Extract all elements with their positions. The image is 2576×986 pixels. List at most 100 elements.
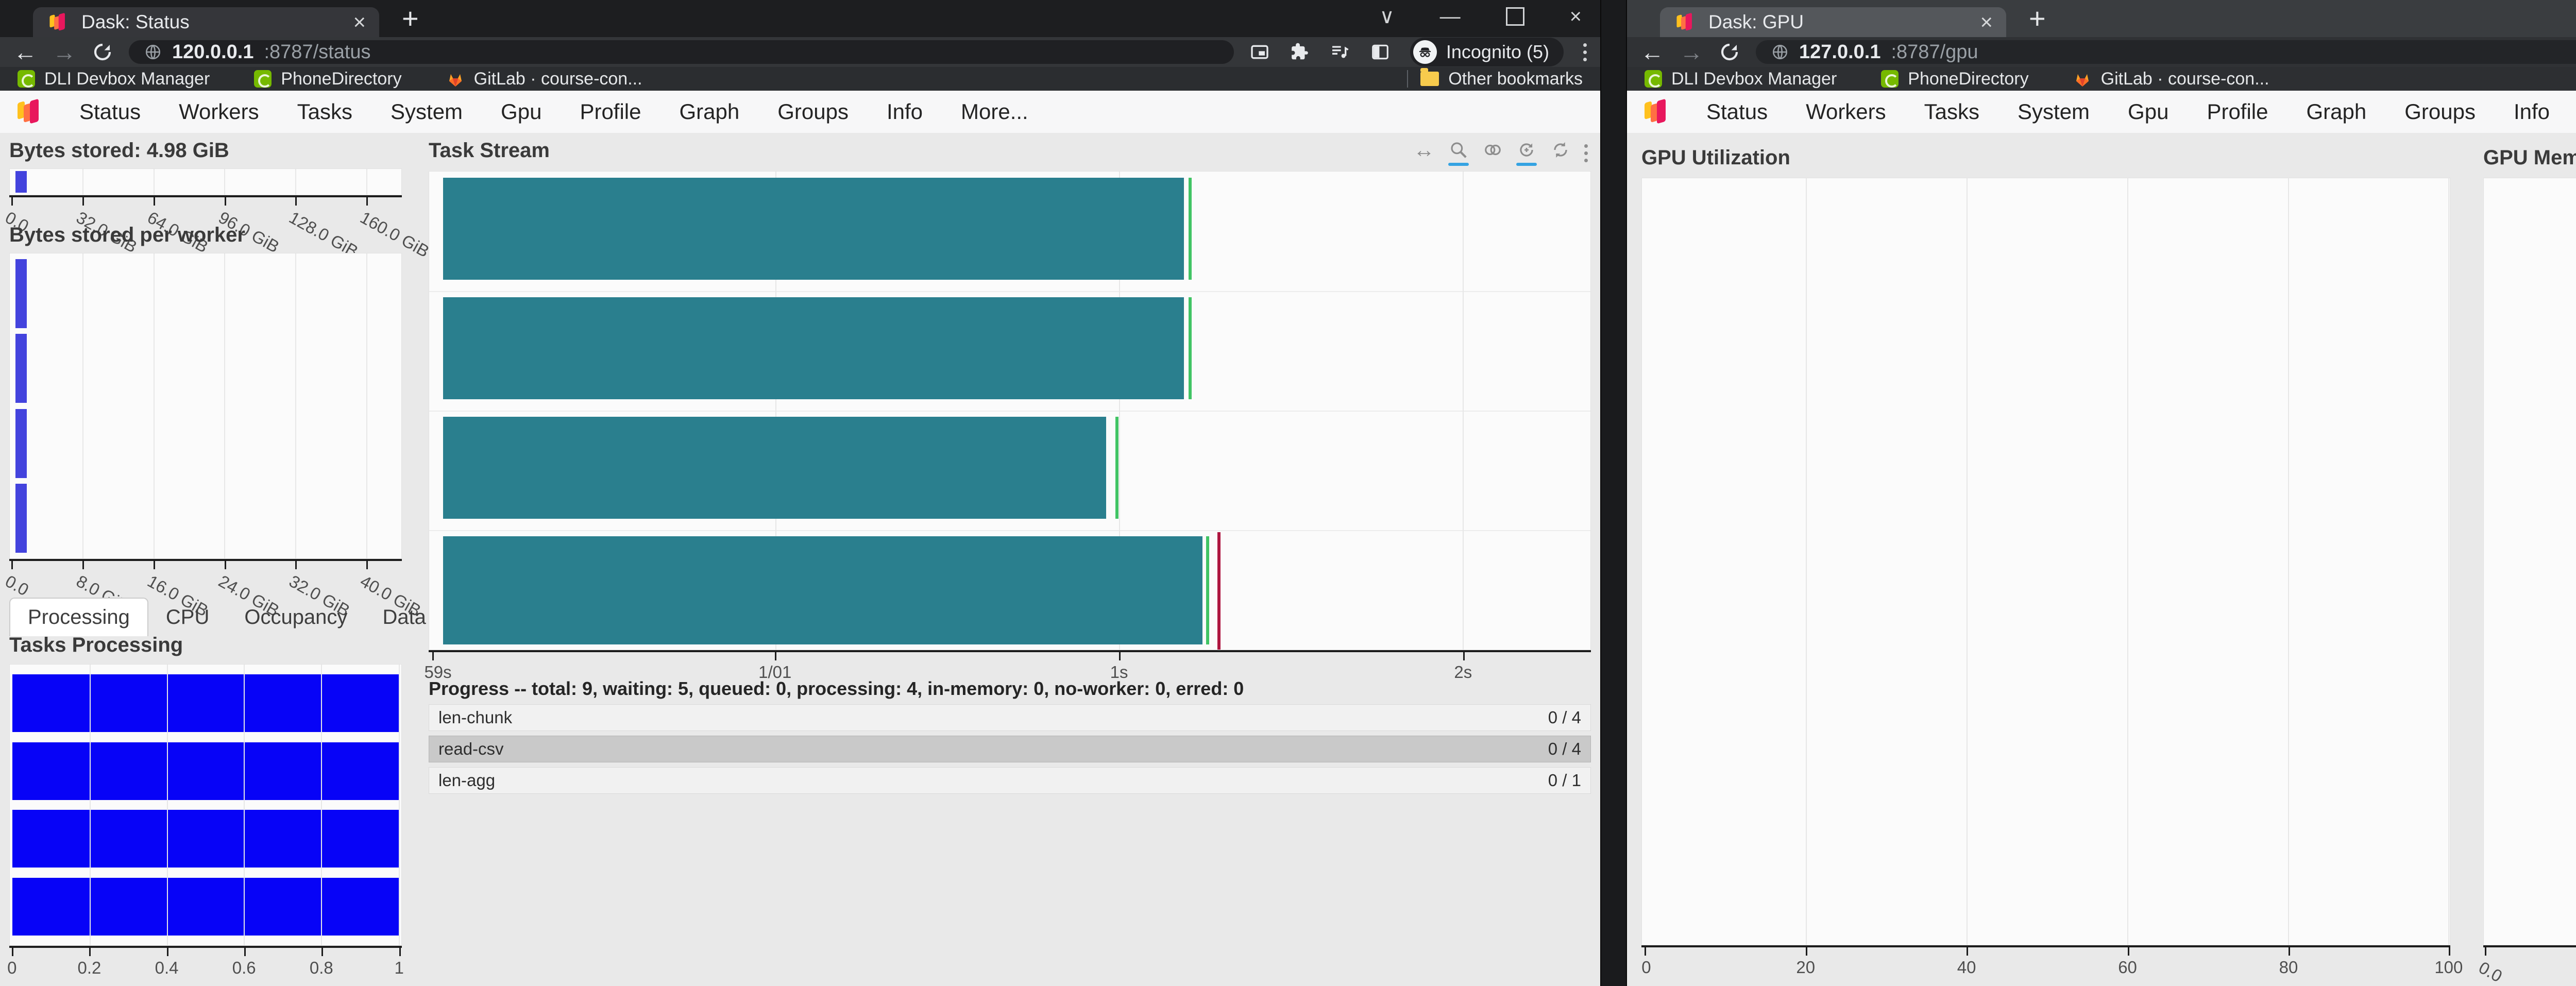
bookmark-gitlab[interactable]: GitLab · course-con... xyxy=(446,69,642,89)
chart-title: Task Stream xyxy=(429,139,550,162)
url-bar[interactable]: 127.0.0.1 :8787/gpu xyxy=(1756,40,2576,64)
reload-button[interactable] xyxy=(92,41,113,63)
nav-gpu[interactable]: Gpu xyxy=(501,99,541,124)
nav-system[interactable]: System xyxy=(2018,99,2090,124)
picture-in-picture-icon[interactable] xyxy=(1249,42,1270,62)
desktop: Dask: Status × + ∨ — × ← → 120.0.0.1:878… xyxy=(0,0,2576,986)
bookmark-dli-devbox[interactable]: DLI Devbox Manager xyxy=(1645,69,1837,89)
url-path: :8787/status xyxy=(264,41,370,63)
maximize-button[interactable] xyxy=(1506,7,1524,26)
nav-workers[interactable]: Workers xyxy=(179,99,259,124)
nvidia-icon xyxy=(1645,70,1662,88)
progress-summary: Progress -- total: 9, waiting: 5, queued… xyxy=(429,678,1591,700)
bookmark-phonedirectory[interactable]: PhoneDirectory xyxy=(254,69,401,89)
forward-button[interactable]: → xyxy=(53,40,76,64)
task-name: len-agg xyxy=(438,771,495,790)
progress-row-len-agg: len-agg 0 / 1 xyxy=(429,767,1591,794)
back-button[interactable]: ← xyxy=(1640,40,1664,64)
nav-gpu[interactable]: Gpu xyxy=(2128,99,2168,124)
chart-title: Bytes stored: 4.98 GiB xyxy=(9,139,402,162)
new-tab-button[interactable]: + xyxy=(2029,4,2046,33)
status-dashboard: Bytes stored: 4.98 GiB 0.0 32.0 GiB 64.0… xyxy=(0,133,1600,986)
chart-title: Tasks Processing xyxy=(9,634,402,657)
reload-button[interactable] xyxy=(1719,41,1740,63)
hover-tool-icon[interactable] xyxy=(1516,140,1537,166)
nav-graph[interactable]: Graph xyxy=(680,99,740,124)
gpu-memory-x-axis: 0.0 2.0 GiB 4.0 GiB 6.0 GiB 8.0 GiB 10.0… xyxy=(2483,945,2576,975)
tab-strip: Dask: GPU × + ∨ — × xyxy=(1627,0,2576,37)
wheel-zoom-tool-icon[interactable] xyxy=(1482,140,1503,166)
site-info-icon[interactable] xyxy=(1771,43,1789,61)
profile-badge[interactable]: Incognito (5) xyxy=(1410,38,1564,66)
dask-navbar: Status Workers Tasks System Gpu Profile … xyxy=(1627,91,2576,134)
nav-tasks[interactable]: Tasks xyxy=(1924,99,1979,124)
tasks-processing-plot xyxy=(9,664,402,946)
task-name: read-csv xyxy=(438,739,504,759)
progress-panel: Progress -- total: 9, waiting: 5, queued… xyxy=(429,678,1591,794)
nav-status[interactable]: Status xyxy=(79,99,141,124)
reset-tool-icon[interactable] xyxy=(1550,140,1571,166)
bytes-per-worker-x-axis: 0.0 8.0 GiB 16.0 GiB 24.0 GiB 32.0 GiB 4… xyxy=(9,559,402,594)
browser-tab[interactable]: Dask: Status × xyxy=(33,7,379,37)
gpu-utilization-plot xyxy=(1641,178,2450,945)
nav-groups[interactable]: Groups xyxy=(2404,99,2476,124)
back-button[interactable]: ← xyxy=(13,40,37,64)
task-bar-worker-2 xyxy=(443,417,1106,519)
site-info-icon[interactable] xyxy=(144,43,162,61)
task-marker-green xyxy=(1115,417,1118,519)
nvidia-icon xyxy=(18,70,35,88)
task-count: 0 / 4 xyxy=(1548,739,1581,759)
divider xyxy=(1407,70,1408,88)
box-zoom-tool-icon[interactable] xyxy=(1448,140,1469,166)
url-bar[interactable]: 120.0.0.1:8787/status xyxy=(129,40,1234,64)
tab-search-chevron-icon[interactable]: ∨ xyxy=(1379,6,1394,27)
side-panel-icon[interactable] xyxy=(1370,42,1391,62)
task-count: 0 / 4 xyxy=(1548,708,1581,727)
tab-occupancy[interactable]: Occupancy xyxy=(227,599,365,636)
tab-close-icon[interactable]: × xyxy=(353,11,366,33)
bookmark-phonedirectory[interactable]: PhoneDirectory xyxy=(1881,69,2028,89)
processing-bar xyxy=(12,674,398,732)
task-count: 0 / 1 xyxy=(1548,771,1581,790)
nav-workers[interactable]: Workers xyxy=(1806,99,1886,124)
close-window-button[interactable]: × xyxy=(1570,6,1582,27)
tab-processing[interactable]: Processing xyxy=(9,598,148,636)
new-tab-button[interactable]: + xyxy=(402,4,419,33)
pan-tool-icon[interactable]: ↔ xyxy=(1413,139,1435,167)
nav-info[interactable]: Info xyxy=(2514,99,2550,124)
tab-title: Dask: GPU xyxy=(1708,11,1969,33)
nav-profile[interactable]: Profile xyxy=(2207,99,2268,124)
nav-more[interactable]: More... xyxy=(961,99,1028,124)
tab-close-icon[interactable]: × xyxy=(1980,11,1993,33)
browser-tab[interactable]: Dask: GPU × xyxy=(1660,7,2006,37)
nav-system[interactable]: System xyxy=(391,99,463,124)
nav-info[interactable]: Info xyxy=(887,99,923,124)
tab-cpu[interactable]: CPU xyxy=(148,599,227,636)
browser-window-gpu: Dask: GPU × + ∨ — × ← → 127.0.0.1 :8787/g… xyxy=(1627,0,2576,986)
nav-profile[interactable]: Profile xyxy=(580,99,641,124)
worker-bytes-bar xyxy=(15,259,27,328)
chart-title: Bytes stored per worker xyxy=(9,224,402,247)
gpu-memory-chart: GPU Memory: 4.67 GiB / 60.00 GiB 0.0 2.0… xyxy=(2483,146,2576,975)
nav-graph[interactable]: Graph xyxy=(2307,99,2367,124)
bokeh-toolbar: ↔ xyxy=(1413,139,1591,167)
extensions-icon[interactable] xyxy=(1290,42,1310,62)
nav-status[interactable]: Status xyxy=(1706,99,1768,124)
toolbar-more-icon[interactable] xyxy=(1584,144,1588,162)
menu-kebab-icon[interactable] xyxy=(1583,43,1587,61)
media-playlist-icon[interactable] xyxy=(1330,42,1350,62)
nav-tasks[interactable]: Tasks xyxy=(297,99,352,124)
worker-bytes-bar xyxy=(15,484,27,553)
task-marker-green xyxy=(1206,536,1209,644)
forward-button[interactable]: → xyxy=(1680,40,1703,64)
url-path: :8787/gpu xyxy=(1891,41,1978,63)
folder-icon xyxy=(1420,72,1439,86)
other-bookmarks-button[interactable]: Other bookmarks xyxy=(1420,69,1583,89)
bookmark-dli-devbox[interactable]: DLI Devbox Manager xyxy=(18,69,210,89)
url-host: 127.0.0.1 xyxy=(1799,41,1880,63)
nav-groups[interactable]: Groups xyxy=(777,99,849,124)
progress-row-len-chunk: len-chunk 0 / 4 xyxy=(429,704,1591,731)
bookmark-gitlab[interactable]: GitLab · course-con... xyxy=(2073,69,2269,89)
minimize-button[interactable]: — xyxy=(1440,6,1461,27)
worker-bytes-bar xyxy=(15,334,27,403)
